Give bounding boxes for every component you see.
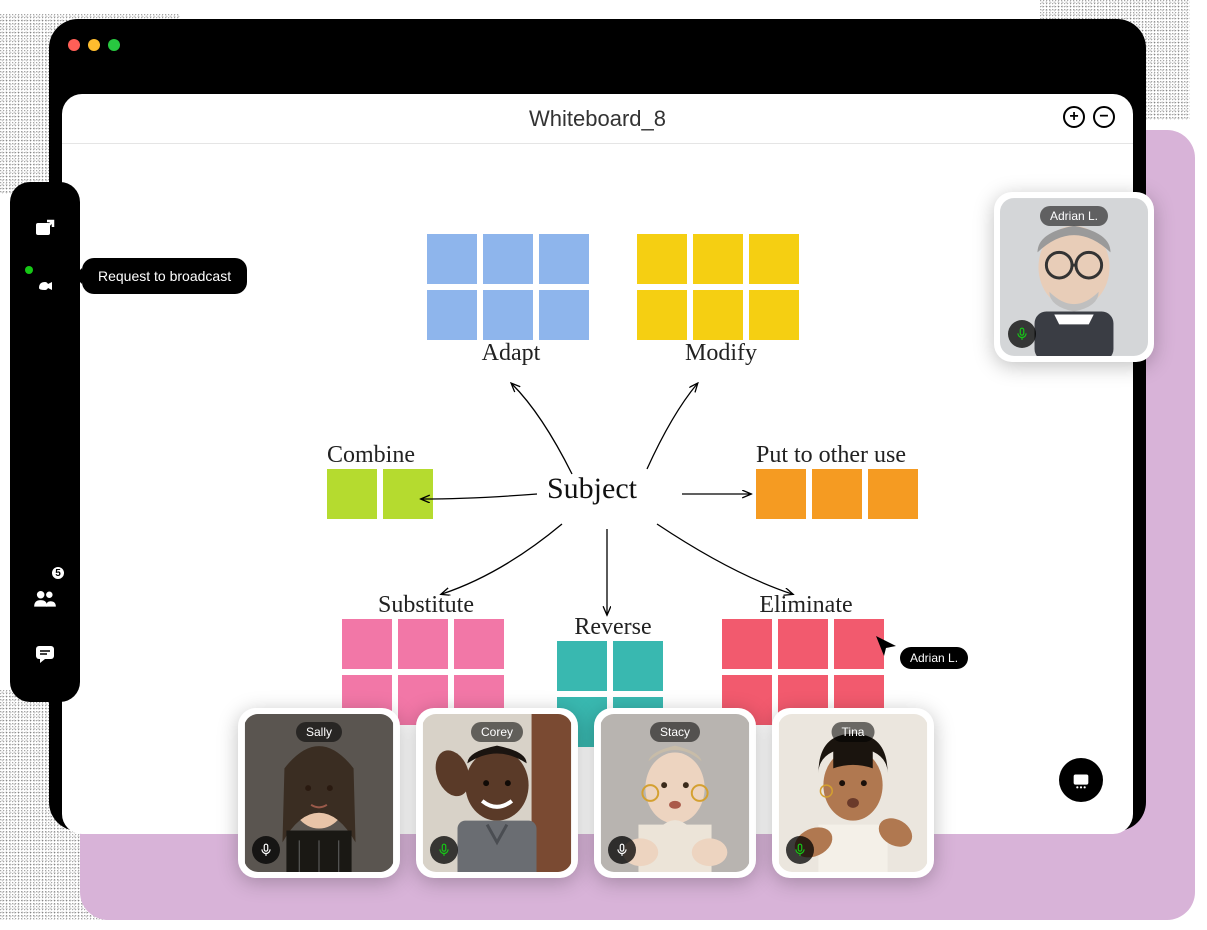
group-label: Adapt bbox=[427, 340, 595, 367]
minus-icon: − bbox=[1099, 108, 1108, 126]
sticky-note[interactable] bbox=[722, 619, 772, 669]
sticky-note[interactable] bbox=[637, 234, 687, 284]
sticky-note[interactable] bbox=[637, 290, 687, 340]
zoom-out-button[interactable]: − bbox=[1093, 106, 1115, 128]
status-dot bbox=[25, 266, 33, 274]
sticky-note[interactable] bbox=[693, 234, 743, 284]
sticky-note[interactable] bbox=[427, 290, 477, 340]
sticky-note[interactable] bbox=[342, 619, 392, 669]
sticky-note[interactable] bbox=[398, 619, 448, 669]
video-tile[interactable]: Sally bbox=[238, 708, 400, 878]
sticky-note[interactable] bbox=[868, 469, 918, 519]
group-put-other[interactable]: Put to other use bbox=[756, 442, 924, 519]
video-tile[interactable]: Corey bbox=[416, 708, 578, 878]
broadcast-tooltip: Request to broadcast bbox=[82, 258, 247, 294]
window-controls[interactable] bbox=[68, 39, 120, 51]
sticky-note[interactable] bbox=[778, 619, 828, 669]
sticky-note[interactable] bbox=[539, 234, 589, 284]
sticky-note[interactable] bbox=[812, 469, 862, 519]
plus-icon: + bbox=[1069, 108, 1078, 126]
sticky-note[interactable] bbox=[749, 234, 799, 284]
close-window-icon[interactable] bbox=[68, 39, 80, 51]
sticky-note[interactable] bbox=[427, 234, 477, 284]
zoom-in-button[interactable]: + bbox=[1063, 106, 1085, 128]
participant-count-badge: 5 bbox=[51, 566, 65, 580]
group-adapt[interactable]: Adapt bbox=[427, 234, 595, 367]
group-label: Eliminate bbox=[722, 592, 890, 619]
participant-name: Adrian L. bbox=[1040, 206, 1108, 226]
group-label: Modify bbox=[637, 340, 805, 367]
sticky-note[interactable] bbox=[383, 469, 433, 519]
group-combine[interactable]: Combine bbox=[327, 442, 439, 519]
mic-indicator bbox=[786, 836, 814, 864]
video-tile[interactable]: Stacy bbox=[594, 708, 756, 878]
mic-indicator bbox=[252, 836, 280, 864]
mic-indicator bbox=[1008, 320, 1036, 348]
sticky-note[interactable] bbox=[539, 290, 589, 340]
broadcast-icon[interactable] bbox=[31, 272, 59, 300]
canvas-header: Whiteboard_8 + − bbox=[62, 94, 1133, 144]
group-substitute[interactable]: Substitute bbox=[342, 592, 510, 725]
sticky-note[interactable] bbox=[756, 469, 806, 519]
group-label: Reverse bbox=[557, 614, 669, 641]
page-title: Whiteboard_8 bbox=[529, 106, 666, 132]
tooltip-text: Request to broadcast bbox=[98, 268, 231, 284]
share-screen-icon[interactable] bbox=[31, 216, 59, 244]
mic-indicator bbox=[430, 836, 458, 864]
sidebar: 5 bbox=[10, 182, 80, 702]
board-center-label: Subject bbox=[547, 472, 637, 506]
sticky-note[interactable] bbox=[327, 469, 377, 519]
keyboard-float-button[interactable] bbox=[1059, 758, 1103, 802]
participant-name: Corey bbox=[471, 722, 523, 742]
participant-name: Tina bbox=[832, 722, 875, 742]
sticky-note[interactable] bbox=[454, 619, 504, 669]
chat-icon[interactable] bbox=[31, 640, 59, 668]
sticky-note[interactable] bbox=[693, 290, 743, 340]
sticky-note[interactable] bbox=[613, 641, 663, 691]
group-label: Substitute bbox=[342, 592, 510, 619]
participant-row: Sally Corey bbox=[238, 708, 934, 878]
maximize-window-icon[interactable] bbox=[108, 39, 120, 51]
sticky-note[interactable] bbox=[557, 641, 607, 691]
participant-name: Sally bbox=[296, 722, 342, 742]
sticky-note[interactable] bbox=[749, 290, 799, 340]
participants-icon[interactable] bbox=[31, 584, 59, 612]
video-tile[interactable]: Tina bbox=[772, 708, 934, 878]
sticky-note[interactable] bbox=[483, 234, 533, 284]
mic-indicator bbox=[608, 836, 636, 864]
minimize-window-icon[interactable] bbox=[88, 39, 100, 51]
titlebar bbox=[50, 20, 1145, 70]
sticky-note[interactable] bbox=[483, 290, 533, 340]
group-eliminate[interactable]: Eliminate bbox=[722, 592, 890, 725]
remote-cursor-label: Adrian L. bbox=[900, 647, 968, 669]
video-tile-featured[interactable]: Adrian L. bbox=[994, 192, 1154, 362]
participant-name: Stacy bbox=[650, 722, 700, 742]
group-label: Put to other use bbox=[756, 442, 924, 469]
remote-cursor-icon bbox=[874, 634, 898, 658]
group-modify[interactable]: Modify bbox=[637, 234, 805, 367]
group-label: Combine bbox=[327, 442, 439, 469]
whiteboard-canvas[interactable]: Subject Adapt Modify Combine bbox=[142, 154, 1042, 794]
